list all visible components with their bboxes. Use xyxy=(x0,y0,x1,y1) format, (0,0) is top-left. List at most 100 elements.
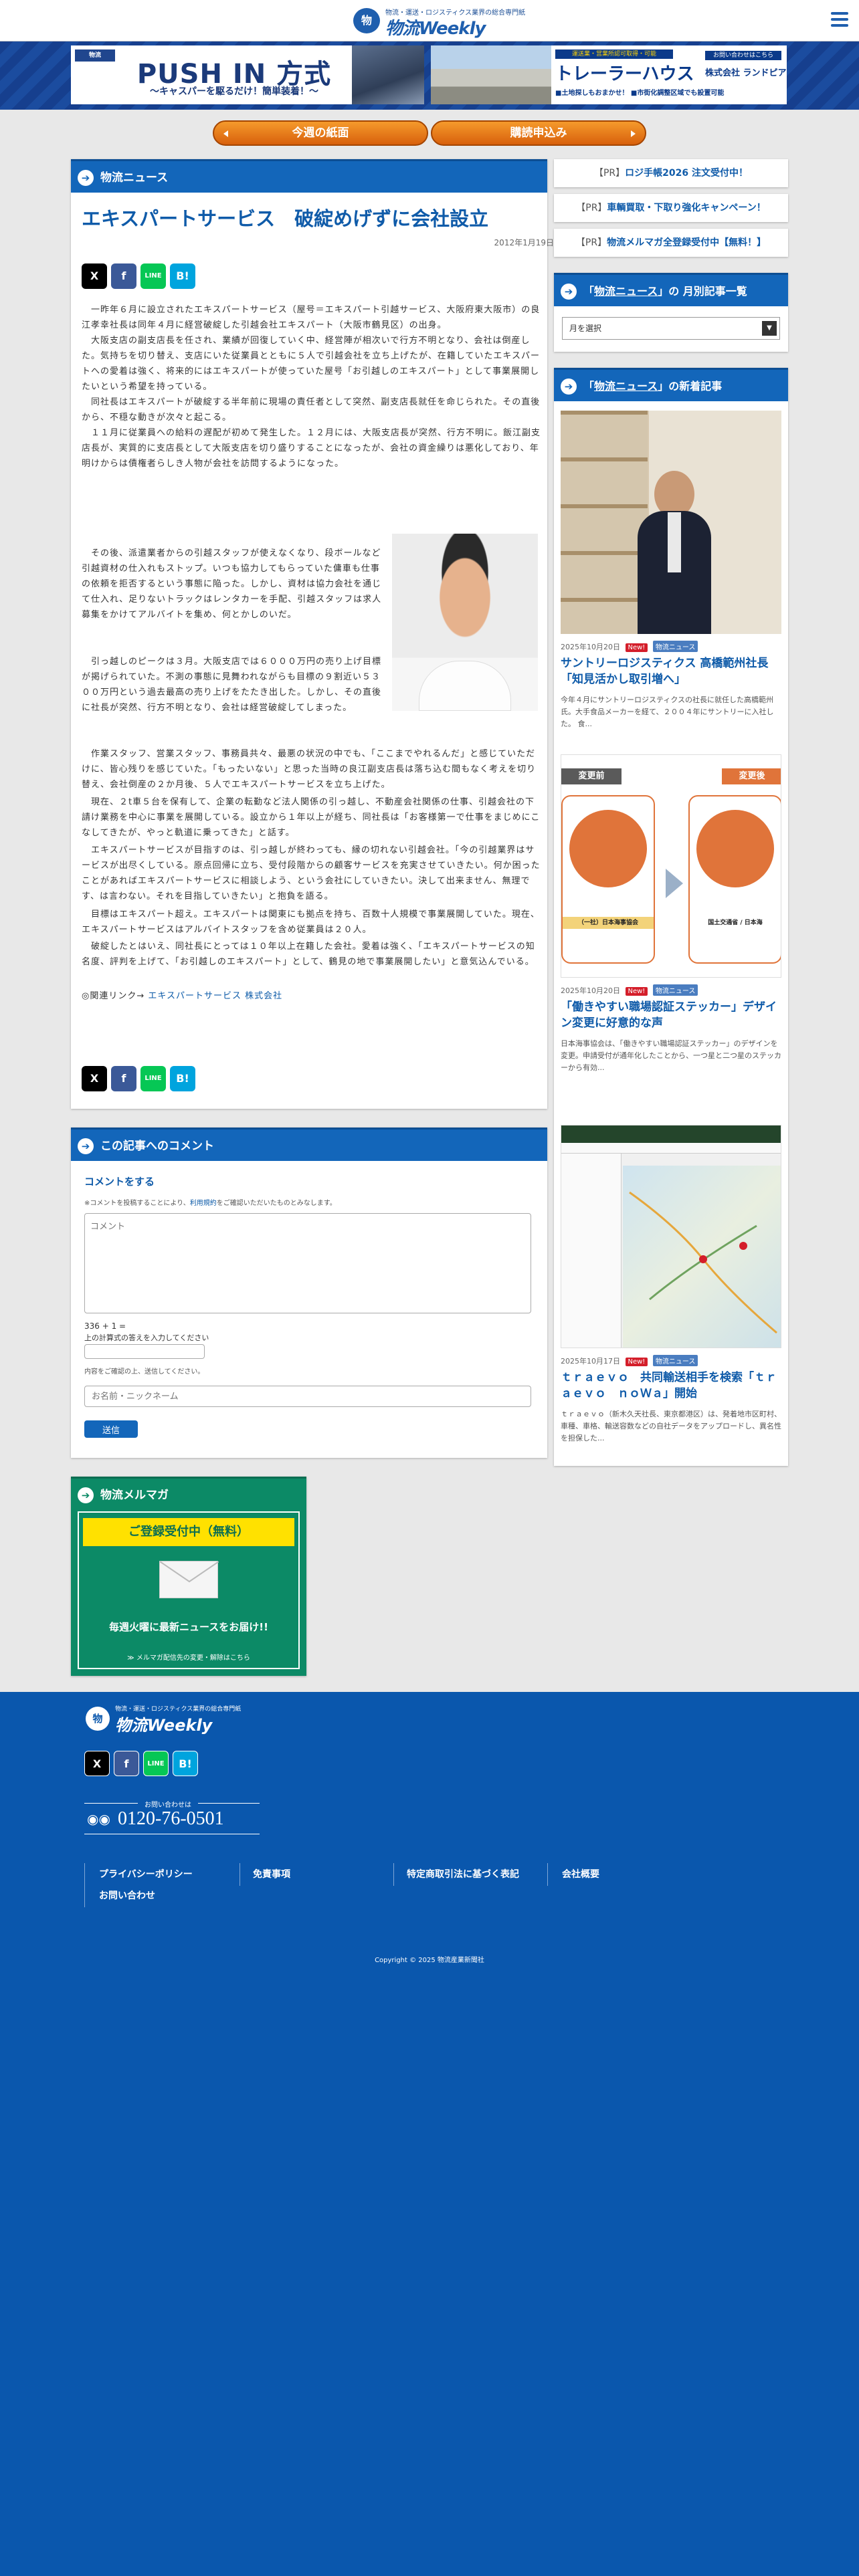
hatena-share-icon[interactable]: B! xyxy=(170,263,195,289)
footer-link-contact[interactable]: お問い合わせ xyxy=(99,1889,155,1902)
news-excerpt: ｔｒａｅｖｏ（新木久天社長、東京都港区）は、発着地市区町村、車種、車格、輸送容数… xyxy=(561,1410,781,1442)
name-input[interactable] xyxy=(84,1386,531,1407)
related-link-prefix: ◎関連リンク→ xyxy=(82,991,145,1001)
ad-subtext: ■土地探しもおまかせ！ ■市街化調整区域でも設置可能 xyxy=(555,90,725,97)
current-issue-button[interactable]: 今週の紙面 xyxy=(213,120,428,146)
title-part: 」の新着記事 xyxy=(658,380,723,393)
submit-comment-button[interactable]: 送信 xyxy=(84,1420,138,1438)
arrow-circle-icon: ➔ xyxy=(78,1487,94,1503)
mailmag-cta[interactable]: ご登録受付中（無料） xyxy=(83,1518,294,1546)
article-paragraph: 一昨年６月に設立されたエキスパートサービス（屋号＝エキスパート引越サービス、大阪… xyxy=(82,305,541,330)
news-thumbnail: 変更前 変更後 （一社）日本海事協会 国土交通省 / 日本海 xyxy=(561,754,781,978)
arrow-right-icon xyxy=(666,869,683,898)
confirm-note: 内容をご確認の上、送信してください。 xyxy=(84,1368,205,1376)
site-header: 物 物流・運送・ロジスティクス業界の総合専門紙 物流Weekly xyxy=(0,0,859,41)
freedial-icon: ◉◉ xyxy=(87,1811,110,1827)
arrow-circle-icon: ➔ xyxy=(561,284,577,300)
related-company-link[interactable]: エキスパートサービス 株式会社 xyxy=(148,991,282,1001)
article-title: エキスパートサービス 破綻めげずに会社設立 xyxy=(82,207,489,230)
line-share-icon[interactable]: LINE xyxy=(140,1066,166,1091)
news-date: 2025年10月20日 xyxy=(561,643,620,651)
month-select[interactable]: 月を選択 ▼ xyxy=(562,317,780,340)
title-part: 」の 月別記事一覧 xyxy=(658,285,747,298)
pr-link-vehicle-buy[interactable]: 【PR】車輌買取・下取り強化キャンペーン！ xyxy=(554,194,788,222)
comment-note-prefix: ※コメントを投稿することにより、 xyxy=(84,1200,190,1207)
arrow-circle-icon: ➔ xyxy=(78,1138,94,1154)
footer-logo[interactable]: 物 物流・運送・ロジスティクス業界の総合専門紙 物流Weekly xyxy=(86,1704,246,1735)
dropdown-arrow-icon: ▼ xyxy=(762,321,777,336)
x-share-icon[interactable]: X xyxy=(82,263,107,289)
news-meta: 2025年10月17日 New! 物流ニュース xyxy=(561,1355,698,1366)
pr-prefix: 【PR】 xyxy=(593,168,626,179)
pr-prefix: 【PR】 xyxy=(575,237,607,248)
x-share-icon[interactable]: X xyxy=(82,1066,107,1091)
arrow-circle-icon: ➔ xyxy=(561,379,577,395)
title-part: 「 xyxy=(583,285,595,298)
news-title[interactable]: サントリーロジスティクス 高橋範州社長「知見活かし取引増へ」 xyxy=(561,655,781,687)
ad-banner-trailer-house[interactable]: 運送業・営業所認可取得・可能 トレーラーハウス お問い合わせはこちら 株式会社 … xyxy=(431,45,787,104)
envelope-icon xyxy=(159,1561,219,1598)
ad-brand-logo: 物流 xyxy=(75,49,115,62)
footer-link-privacy[interactable]: プライバシーポリシー xyxy=(99,1867,193,1881)
comment-card: ➔ この記事へのコメント コメントをする ※コメントを投稿することにより、利用規… xyxy=(71,1128,547,1458)
mailmag-box[interactable]: ご登録受付中（無料） 毎週火曜に最新ニュースをお届け!! ≫ メルマガ配信先の変… xyxy=(78,1511,300,1669)
x-share-icon[interactable]: X xyxy=(84,1751,110,1776)
pr-link-mailmag[interactable]: 【PR】物流メルマガ全登録受付中【無料！】 xyxy=(554,229,788,257)
section-title: 物流ニュース xyxy=(100,171,169,185)
logo-mark: 物 xyxy=(86,1707,110,1731)
category-badge: 物流ニュース xyxy=(652,641,698,652)
mailmag-change-link[interactable]: ≫ メルマガ配信先の変更・解除はこちら xyxy=(79,1652,298,1662)
news-date: 2025年10月20日 xyxy=(561,986,620,995)
related-link-line: ◎関連リンク→ エキスパートサービス 株式会社 xyxy=(82,988,543,1004)
section-header: ➔ 「物流ニュース」の 月別記事一覧 xyxy=(554,273,788,306)
month-select-value: 月を選択 xyxy=(569,324,602,333)
terms-link[interactable]: 利用規約 xyxy=(190,1200,217,1207)
ad-subtitle: 〜キャスパーを駆るだけ！簡単装着！〜 xyxy=(150,86,318,97)
site-logo[interactable]: 物 物流・運送・ロジスティクス業界の総合専門紙 物流Weekly xyxy=(353,5,525,39)
news-title[interactable]: 「働きやすい職場認証ステッカー」デザイン変更に好意的な声 xyxy=(561,999,781,1031)
share-buttons-top: X f LINE B! xyxy=(82,263,202,290)
pr-text: 物流メルマガ全登録受付中【無料！】 xyxy=(607,237,767,248)
footer-contact[interactable]: お問い合わせは ◉◉ 0120-76-0501 xyxy=(84,1799,260,1835)
section-header: ➔ 物流ニュース xyxy=(71,159,547,193)
hatena-share-icon[interactable]: B! xyxy=(170,1066,195,1091)
hamburger-menu-icon[interactable] xyxy=(828,8,851,31)
comment-textarea[interactable] xyxy=(84,1213,531,1313)
article-date: 2012年1月19日 xyxy=(494,238,554,247)
footer-link-disclaimer[interactable]: 免責事項 xyxy=(253,1867,290,1881)
subscribe-button[interactable]: 購読申込み xyxy=(431,120,646,146)
article-paragraph: 作業スタッフ、営業スタッフ、事務員共々、最悪の状況の中でも、「ここまでやれるんだ… xyxy=(82,749,537,790)
contact-phone[interactable]: 0120-76-0501 xyxy=(118,1808,224,1830)
subscribe-label: 購読申込み xyxy=(510,126,567,140)
footer-link-tokushoho[interactable]: 特定商取引法に基づく表記 xyxy=(407,1867,519,1881)
after-label: 変更後 xyxy=(722,768,781,784)
section-header: ➔ この記事へのコメント xyxy=(71,1128,547,1161)
facebook-share-icon[interactable]: f xyxy=(111,1066,136,1091)
facebook-share-icon[interactable]: f xyxy=(114,1751,139,1776)
line-share-icon[interactable]: LINE xyxy=(140,263,166,289)
hatena-share-icon[interactable]: B! xyxy=(173,1751,198,1776)
current-issue-label: 今週の紙面 xyxy=(292,126,349,140)
pr-link-logi-techo[interactable]: 【PR】ロジ手帳2026 注文受付中！ xyxy=(554,159,788,187)
facebook-share-icon[interactable]: f xyxy=(111,263,136,289)
title-category: 物流ニュース xyxy=(594,285,658,298)
section-header: ➔ 物流メルマガ xyxy=(71,1477,306,1510)
comment-heading: コメントをする xyxy=(84,1176,155,1188)
news-title[interactable]: ｔｒａｅｖｏ 共同輸送相手を検索「ｔｒａｅｖｏ ｎｏＷａ」開始 xyxy=(561,1370,781,1402)
line-share-icon[interactable]: LINE xyxy=(143,1751,169,1776)
pr-text: 車輌買取・下取り強化キャンペーン！ xyxy=(607,203,766,213)
new-badge: New! xyxy=(625,987,648,996)
article-paragraph: 同社長はエキスパートが破綻する半年前に現場の責任者として突然、副支店長就任を命じ… xyxy=(82,397,541,423)
news-excerpt: 日本海事協会は、「働きやすい職場認証ステッカー」のデザインを変更。申請受付が通年… xyxy=(561,1039,781,1072)
captcha-question: 336 + 1 = xyxy=(84,1321,126,1331)
comment-note-suffix: をご確認いただいたものとみなします。 xyxy=(216,1200,337,1207)
mailmag-tagline: 毎週火曜に最新ニュースをお届け!! xyxy=(109,1621,268,1633)
logo-name: 物流Weekly xyxy=(385,19,486,39)
news-thumbnail xyxy=(561,1125,781,1348)
footer-link-company[interactable]: 会社概要 xyxy=(562,1867,599,1881)
arrow-left-icon xyxy=(223,130,228,137)
ad-banner-push-in[interactable]: 物流 PUSH IN 方式 〜キャスパーを駆るだけ！簡単装着！〜 xyxy=(71,45,424,104)
monthly-archive-card: ➔ 「物流ニュース」の 月別記事一覧 月を選択 ▼ xyxy=(554,273,788,352)
ad-title: トレーラーハウス xyxy=(555,64,694,84)
captcha-input[interactable] xyxy=(84,1344,205,1359)
